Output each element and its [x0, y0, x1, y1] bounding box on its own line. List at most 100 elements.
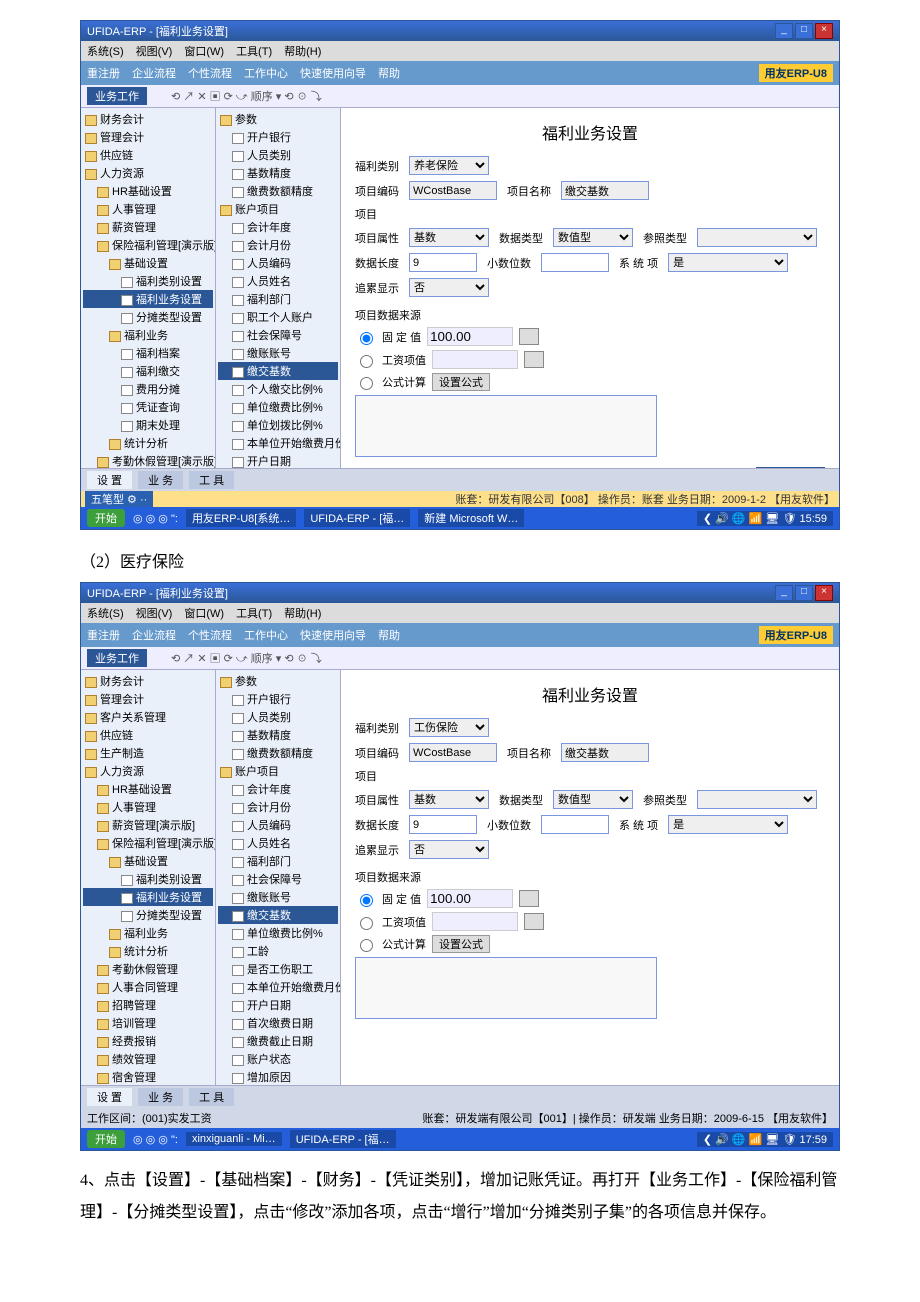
tree-node[interactable]: 统计分析 — [83, 942, 213, 960]
tab-tools-bottom[interactable]: 工 具 — [189, 1088, 234, 1106]
tree-node[interactable]: 本单位开始缴费月份 — [218, 978, 338, 996]
tree-node[interactable]: 分摊类型设置 — [83, 308, 213, 326]
tree-node[interactable]: 账户项目 — [218, 200, 338, 218]
tree-node[interactable]: 薪资管理[演示版] — [83, 816, 213, 834]
menu-view[interactable]: 视图(V) — [136, 43, 173, 59]
tree-node[interactable]: 会计年度 — [218, 780, 338, 798]
task-item-1[interactable]: 用友ERP-U8[系统… — [186, 509, 296, 527]
close-button[interactable]: × — [815, 585, 833, 601]
system-tray[interactable]: ❮ 🔊 🌐 📶 🖥 🛡 15:59 — [697, 511, 833, 526]
tree-node[interactable]: 参数 — [218, 672, 338, 690]
system-tray[interactable]: ❮ 🔊 🌐 📶 🖥 🛡 17:59 — [697, 1132, 833, 1147]
tb-enterprise[interactable]: 企业流程 — [132, 65, 176, 81]
tree-node[interactable]: 本单位开始缴费月份 — [218, 434, 338, 452]
tree-node[interactable]: 保险福利管理[演示版] — [83, 236, 213, 254]
pager-icons[interactable]: |◀ ◀ ▶ ▶| ▾ — [756, 467, 825, 468]
left-nav-tree[interactable]: 财务会计管理会计客户关系管理供应链生产制造人力资源HR基础设置人事管理薪资管理[… — [81, 670, 216, 1085]
tree-node[interactable]: HR基础设置 — [83, 182, 213, 200]
tree-node[interactable]: 基数精度 — [218, 726, 338, 744]
tree-node[interactable]: 福利业务设置 — [83, 290, 213, 308]
doc-toolbar-icons[interactable]: ⟲ ↗ ✕ ▣ ⟳ ⤻ 顺序 ▾ ⟲ ☉ ⤵ — [171, 88, 322, 104]
tree-node[interactable]: 人力资源 — [83, 164, 213, 182]
tree-node[interactable]: 缴账账号 — [218, 888, 338, 906]
disp-select[interactable]: 否 — [409, 278, 489, 297]
tree-node[interactable]: 工龄 — [218, 942, 338, 960]
tree-node[interactable]: 薪资管理 — [83, 218, 213, 236]
tab-tools-bottom[interactable]: 工 具 — [189, 471, 234, 489]
tree-node[interactable]: 福利缴交 — [83, 362, 213, 380]
tree-node[interactable]: 缴交基数 — [218, 362, 338, 380]
tree-node[interactable]: 个人缴交比例% — [218, 380, 338, 398]
tree-node[interactable]: 宿舍管理 — [83, 1068, 213, 1085]
attr-select[interactable]: 基数 — [409, 228, 489, 247]
tree-node[interactable]: 会计年度 — [218, 218, 338, 236]
tree-node[interactable]: 人员编码 — [218, 816, 338, 834]
radio-fixed[interactable] — [360, 332, 373, 345]
tb-relogin[interactable]: 重注册 — [87, 65, 120, 81]
menu-system[interactable]: 系统(S) — [87, 43, 124, 59]
tree-node[interactable]: 人事管理 — [83, 798, 213, 816]
tree-node[interactable]: 分摊类型设置 — [83, 906, 213, 924]
maximize-button[interactable]: □ — [795, 585, 813, 601]
menu-system[interactable]: 系统(S) — [87, 605, 124, 621]
dec-input[interactable] — [541, 253, 609, 272]
tree-node[interactable]: 福利档案 — [83, 344, 213, 362]
tree-node[interactable]: 基础设置 — [83, 852, 213, 870]
formula-textarea[interactable] — [355, 395, 657, 457]
dtype-select[interactable]: 数值型 — [553, 228, 633, 247]
wage-picker-button[interactable] — [524, 351, 544, 368]
dec-input[interactable] — [541, 815, 609, 834]
tree-node[interactable]: 缴交基数 — [218, 906, 338, 924]
tree-node[interactable]: 参数 — [218, 110, 338, 128]
tree-node[interactable]: 基数精度 — [218, 164, 338, 182]
tb-wizard[interactable]: 快速使用向导 — [300, 627, 366, 643]
radio-wage[interactable] — [360, 917, 373, 930]
sys-select[interactable]: 是 — [668, 815, 788, 834]
tree-node[interactable]: 单位缴费比例% — [218, 398, 338, 416]
name-input[interactable] — [561, 181, 649, 200]
close-button[interactable]: × — [815, 23, 833, 39]
tree-node[interactable]: 开户银行 — [218, 690, 338, 708]
tb-personal[interactable]: 个性流程 — [188, 65, 232, 81]
tree-node[interactable]: 财务会计 — [83, 672, 213, 690]
ref-select[interactable] — [697, 790, 817, 809]
tree-node[interactable]: 福利类别设置 — [83, 870, 213, 888]
tree-node[interactable]: 会计月份 — [218, 798, 338, 816]
tb-help[interactable]: 帮助 — [378, 65, 400, 81]
menu-view[interactable]: 视图(V) — [136, 605, 173, 621]
tree-node[interactable]: 供应链 — [83, 726, 213, 744]
tree-node[interactable]: 增加原因 — [218, 1068, 338, 1085]
task-item-2[interactable]: UFIDA-ERP - [福… — [304, 509, 410, 527]
tree-node[interactable]: 缴费截止日期 — [218, 1032, 338, 1050]
tree-node[interactable]: 培训管理 — [83, 1014, 213, 1032]
tb-workcenter[interactable]: 工作中心 — [244, 65, 288, 81]
tree-node[interactable]: HR基础设置 — [83, 780, 213, 798]
subbar-tab[interactable]: 业务工作 — [87, 87, 147, 105]
tree-node[interactable]: 福利业务设置 — [83, 888, 213, 906]
disp-select[interactable]: 否 — [409, 840, 489, 859]
tree-node[interactable]: 人事合同管理 — [83, 978, 213, 996]
fixed-value-input[interactable] — [427, 327, 513, 346]
tree-node[interactable]: 财务会计 — [83, 110, 213, 128]
tree-node[interactable]: 人员姓名 — [218, 272, 338, 290]
tree-node[interactable]: 首次缴费日期 — [218, 1014, 338, 1032]
tree-node[interactable]: 单位缴费比例% — [218, 924, 338, 942]
sys-select[interactable]: 是 — [668, 253, 788, 272]
len-input[interactable] — [409, 253, 477, 272]
doc-toolbar-icons[interactable]: ⟲ ↗ ✕ ▣ ⟳ ⤻ 顺序 ▾ ⟲ ☉ ⤵ — [171, 650, 322, 666]
tree-node[interactable]: 福利部门 — [218, 852, 338, 870]
tree-node[interactable]: 期末处理 — [83, 416, 213, 434]
maximize-button[interactable]: □ — [795, 23, 813, 39]
tree-node[interactable]: 人员姓名 — [218, 834, 338, 852]
radio-wage[interactable] — [360, 355, 373, 368]
tree-node[interactable]: 缴费数额精度 — [218, 182, 338, 200]
menu-window[interactable]: 窗口(W) — [184, 43, 224, 59]
fixed-value-input[interactable] — [427, 889, 513, 908]
tree-node[interactable]: 福利部门 — [218, 290, 338, 308]
field-tree[interactable]: 参数开户银行人员类别基数精度缴费数额精度账户项目会计年度会计月份人员编码人员姓名… — [216, 670, 341, 1085]
fixed-picker-button[interactable] — [519, 890, 539, 907]
field-tree[interactable]: 参数开户银行人员类别基数精度缴费数额精度账户项目会计年度会计月份人员编码人员姓名… — [216, 108, 341, 468]
tree-node[interactable]: 单位划拨比例% — [218, 416, 338, 434]
tree-node[interactable]: 人事管理 — [83, 200, 213, 218]
tree-node[interactable]: 人员类别 — [218, 708, 338, 726]
